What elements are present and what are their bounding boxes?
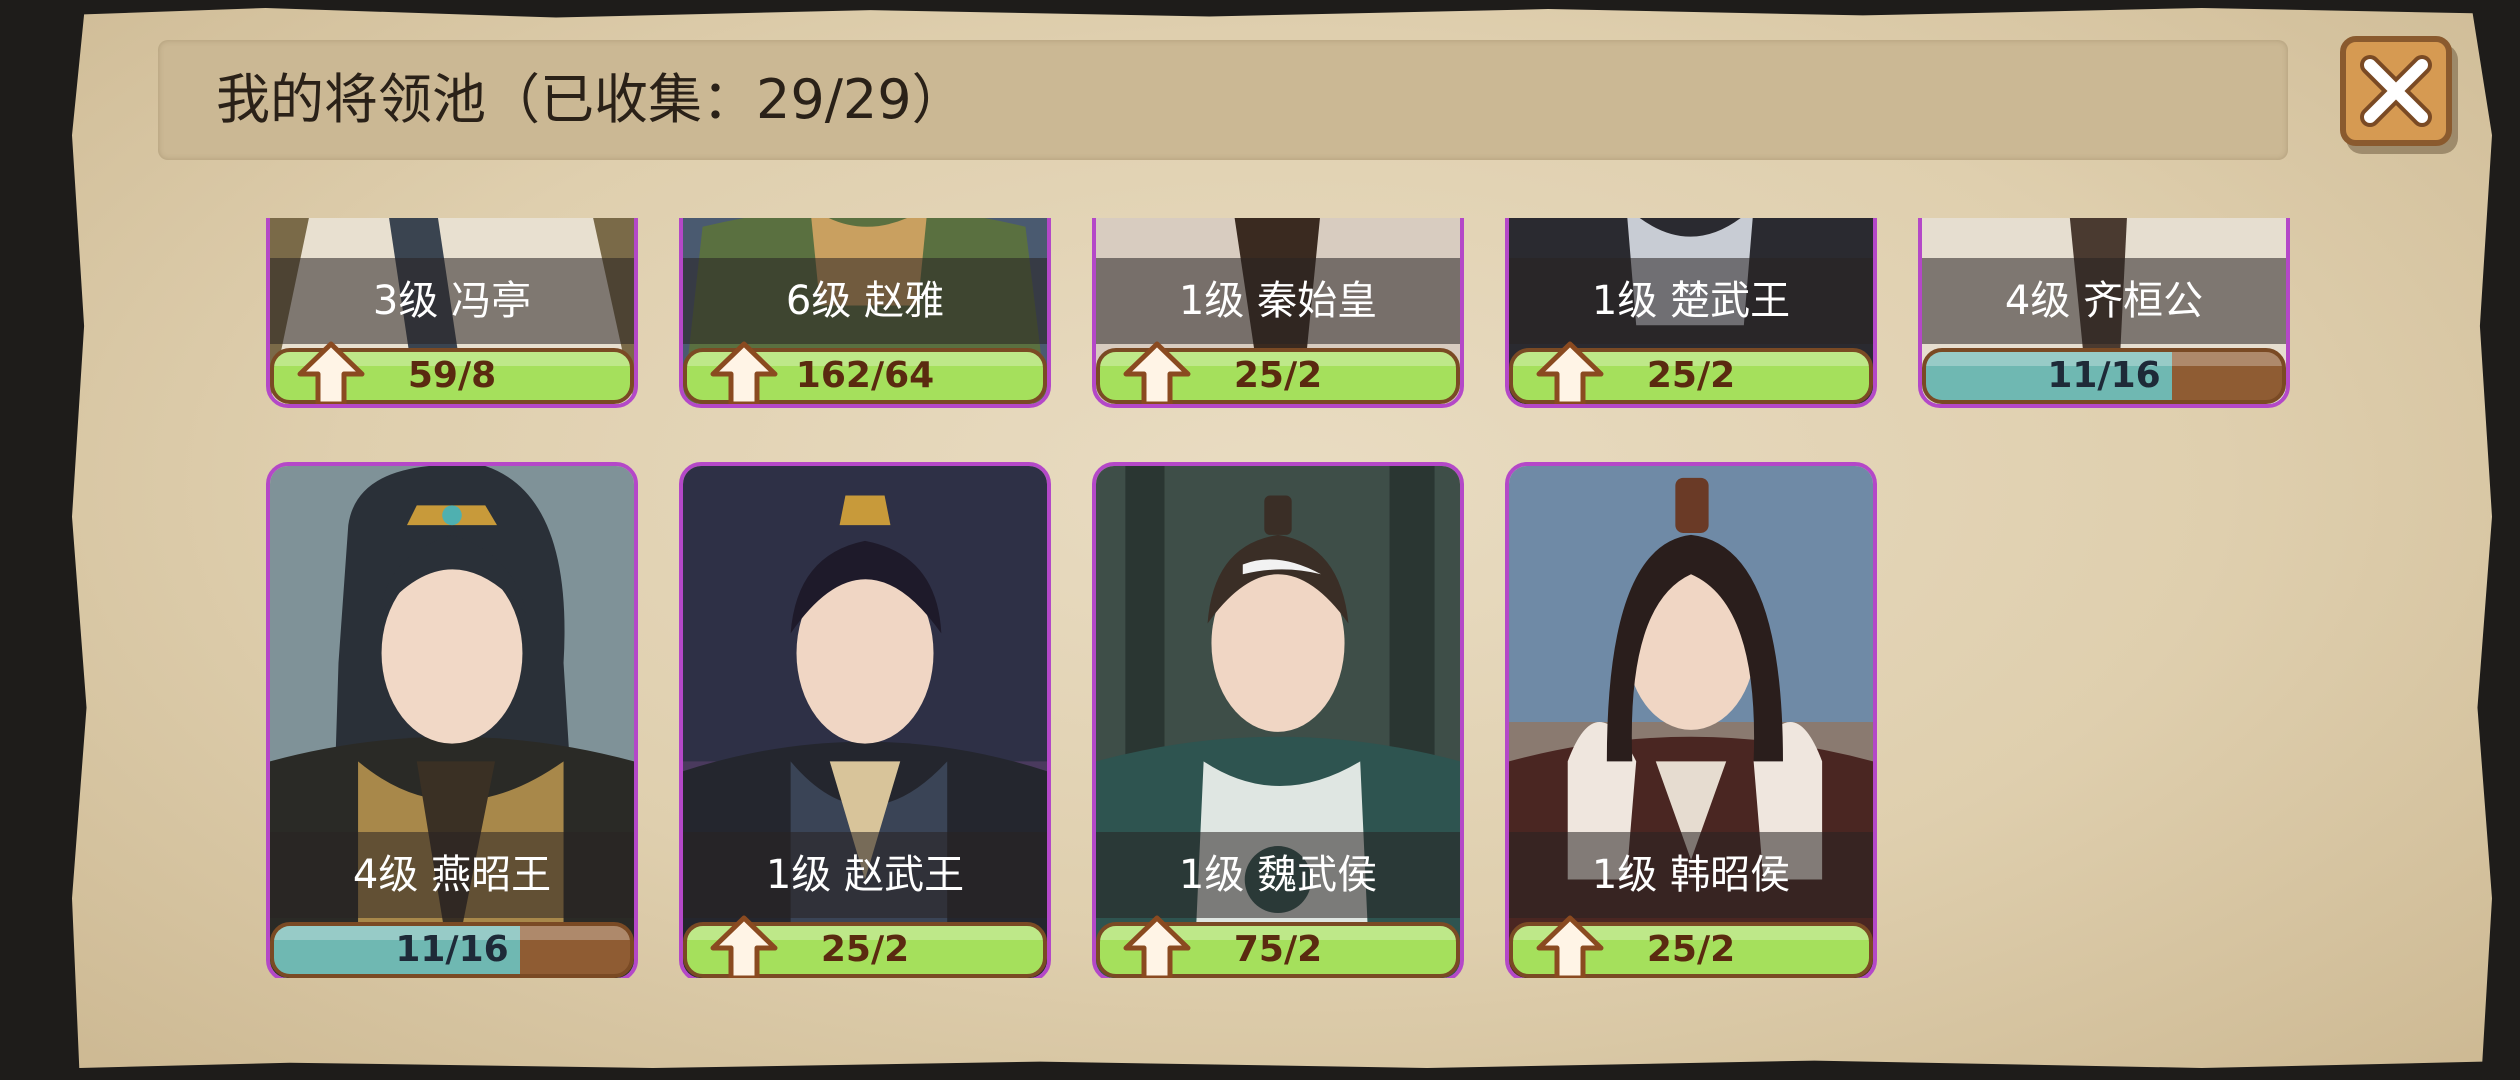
upgrade-arrow-icon [1123, 341, 1191, 404]
general-card[interactable]: 1级 秦始皇 25/2 [1092, 218, 1464, 408]
general-card[interactable]: 4级 齐桓公 11/16 [1918, 218, 2290, 408]
upgrade-arrow-icon [1536, 915, 1604, 978]
shard-progress-bar: 11/16 [1922, 348, 2286, 404]
close-button[interactable] [2340, 36, 2452, 146]
general-label: 1级 韩昭侯 [1509, 832, 1873, 918]
upgrade-arrow-icon [710, 915, 778, 978]
general-label: 1级 秦始皇 [1096, 258, 1460, 344]
general-card[interactable]: 6级 赵雅 162/64 [679, 218, 1051, 408]
header-bar: 我的将领池（已收集：29/29） [158, 40, 2288, 160]
upgrade-arrow-icon [710, 341, 778, 404]
general-card[interactable]: 1级 赵武王 25/2 [679, 462, 1051, 978]
upgrade-arrow-icon [1536, 341, 1604, 404]
general-card[interactable]: 1级 楚武王 25/2 [1505, 218, 1877, 408]
general-label: 6级 赵雅 [683, 258, 1047, 344]
general-grid[interactable]: 3级 冯亭 59/8 6级 赵雅 162/64 1级 秦始皇 25/2 1级 楚… [250, 218, 2310, 978]
general-card[interactable]: 3级 冯亭 59/8 [266, 218, 638, 408]
upgrade-arrow-icon [1123, 915, 1191, 978]
general-label: 4级 齐桓公 [1922, 258, 2286, 344]
shard-count: 11/16 [2047, 355, 2161, 396]
close-icon [2360, 55, 2432, 127]
page-title: 我的将领池（已收集：29/29） [216, 68, 966, 131]
general-card[interactable]: 4级 燕昭王 11/16 [266, 462, 638, 978]
general-card[interactable]: 1级 韩昭侯 25/2 [1505, 462, 1877, 978]
general-label: 1级 赵武王 [683, 832, 1047, 918]
shard-count: 11/16 [395, 929, 509, 970]
general-card[interactable]: 1级 魏武侯 75/2 [1092, 462, 1464, 978]
general-label: 4级 燕昭王 [270, 832, 634, 918]
upgrade-arrow-icon [297, 341, 365, 404]
shard-progress-bar: 11/16 [270, 922, 634, 978]
general-label: 1级 楚武王 [1509, 258, 1873, 344]
general-label: 1级 魏武侯 [1096, 832, 1460, 918]
general-label: 3级 冯亭 [270, 258, 634, 344]
